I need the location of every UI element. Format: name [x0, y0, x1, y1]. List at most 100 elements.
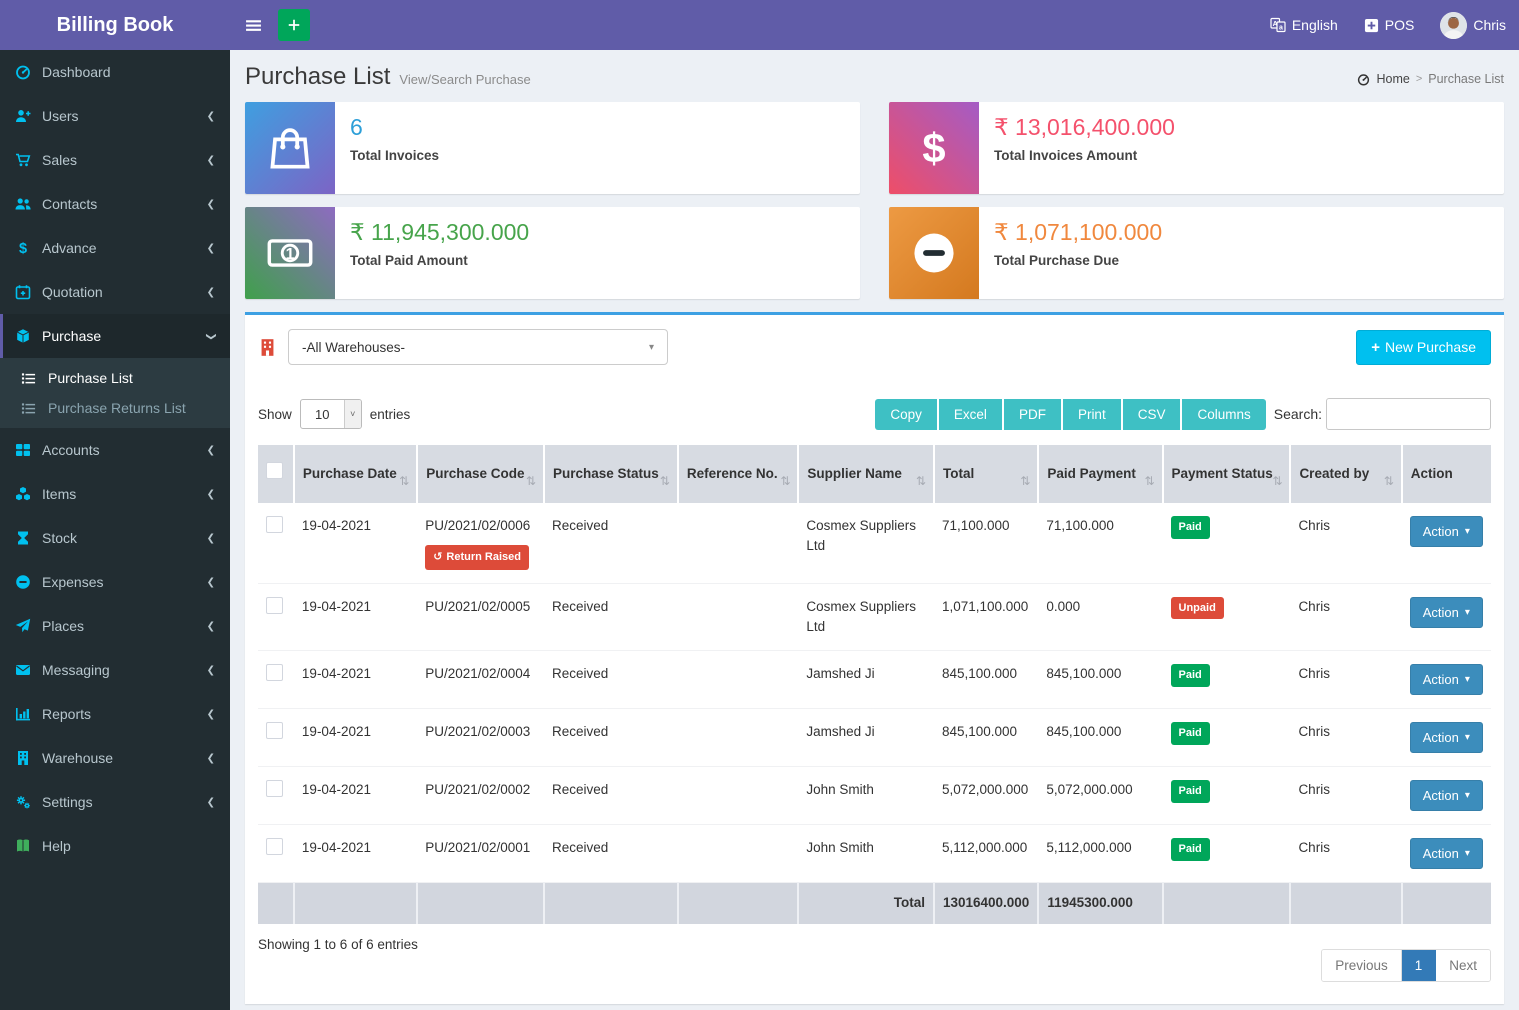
- sidebar-item-contacts[interactable]: Contacts❮: [0, 182, 230, 226]
- search-input[interactable]: [1326, 398, 1491, 430]
- column-header-reference-no[interactable]: Reference No.⇅: [678, 445, 799, 503]
- sidebar-item-settings[interactable]: Settings❮: [0, 780, 230, 824]
- total-row-empty-cell: [544, 883, 678, 924]
- export-copy-button[interactable]: Copy: [875, 399, 939, 430]
- sidebar-item-stock[interactable]: Stock❮: [0, 516, 230, 560]
- row-checkbox[interactable]: [266, 838, 283, 855]
- export-excel-button[interactable]: Excel: [939, 399, 1004, 430]
- action-button[interactable]: Action▾: [1410, 664, 1483, 695]
- return-raised-label: Return Raised: [446, 549, 521, 566]
- column-header-supplier-name[interactable]: Supplier Name⇅: [798, 445, 934, 503]
- reference-cell: [678, 503, 799, 583]
- quick-add-button[interactable]: [278, 9, 310, 41]
- sidebar-item-places[interactable]: Places❮: [0, 604, 230, 648]
- export-columns-button[interactable]: Columns: [1182, 399, 1265, 430]
- action-button[interactable]: Action▾: [1410, 722, 1483, 753]
- purchase-code-cell: PU/2021/02/0005: [417, 583, 544, 651]
- export-print-button[interactable]: Print: [1063, 399, 1123, 430]
- pos-link[interactable]: POS: [1351, 0, 1428, 50]
- breadcrumb-home[interactable]: Home: [1376, 72, 1409, 86]
- search-control: Search:: [1274, 398, 1491, 430]
- sidebar-item-help[interactable]: Help: [0, 824, 230, 868]
- stat-icon-box: [245, 102, 335, 194]
- column-header-purchase-status[interactable]: Purchase Status⇅: [544, 445, 678, 503]
- row-checkbox[interactable]: [266, 597, 283, 614]
- total-cell: 845,100.000: [934, 709, 1038, 767]
- column-label: Total: [943, 466, 974, 481]
- row-checkbox[interactable]: [266, 664, 283, 681]
- column-header-purchase-date[interactable]: Purchase Date⇅: [294, 445, 417, 503]
- language-menu[interactable]: Aa English: [1257, 0, 1351, 50]
- sort-icon: ⇅: [1384, 472, 1394, 490]
- sidebar-toggle-button[interactable]: [230, 0, 276, 50]
- purchase-code: PU/2021/02/0003: [425, 722, 536, 742]
- svg-text:$: $: [922, 125, 945, 171]
- page-title-text: Purchase List: [245, 63, 390, 91]
- column-header-paid-payment[interactable]: Paid Payment⇅: [1038, 445, 1162, 503]
- paid-payment-cell: 71,100.000: [1038, 503, 1162, 583]
- user-menu[interactable]: Chris: [1427, 0, 1519, 50]
- sidebar-item-items[interactable]: Items❮: [0, 472, 230, 516]
- column-label: Payment Status: [1172, 466, 1273, 481]
- new-purchase-button[interactable]: + New Purchase: [1356, 330, 1491, 365]
- sort-icon: ⇅: [526, 472, 536, 490]
- action-button[interactable]: Action▾: [1410, 780, 1483, 811]
- row-checkbox[interactable]: [266, 722, 283, 739]
- action-button[interactable]: Action▾: [1410, 597, 1483, 628]
- chevron-left-icon: ❮: [207, 489, 215, 500]
- page-1-button[interactable]: 1: [1402, 950, 1437, 981]
- breadcrumb: Home > Purchase List: [1357, 72, 1504, 86]
- action-button[interactable]: Action▾: [1410, 838, 1483, 869]
- column-header-purchase-code[interactable]: Purchase Code⇅: [417, 445, 544, 503]
- paid-payment-cell: 5,112,000.000: [1038, 825, 1162, 883]
- sidebar-item-label: Warehouse: [42, 750, 113, 766]
- sidebar-item-purchase-returns-list[interactable]: Purchase Returns List: [0, 393, 230, 423]
- row-checkbox[interactable]: [266, 516, 283, 533]
- sidebar-item-sales[interactable]: Sales❮: [0, 138, 230, 182]
- export-pdf-button[interactable]: PDF: [1004, 399, 1063, 430]
- sidebar-item-purchase[interactable]: Purchase❮: [0, 314, 230, 358]
- stat-body: ₹ 1,071,100.000Total Purchase Due: [979, 207, 1177, 299]
- language-label: English: [1292, 17, 1338, 33]
- breadcrumb-separator: >: [1416, 73, 1422, 85]
- sidebar-item-reports[interactable]: Reports❮: [0, 692, 230, 736]
- next-page-button[interactable]: Next: [1436, 950, 1490, 981]
- row-checkbox[interactable]: [266, 780, 283, 797]
- column-header-total[interactable]: Total⇅: [934, 445, 1038, 503]
- reference-cell: [678, 651, 799, 709]
- total-cell: 5,072,000.000: [934, 767, 1038, 825]
- export-buttons-group: CopyExcelPDFPrintCSVColumns: [875, 399, 1265, 430]
- sidebar-item-label: Settings: [42, 794, 93, 810]
- previous-page-button[interactable]: Previous: [1322, 950, 1402, 981]
- supplier-cell: John Smith: [798, 825, 934, 883]
- action-button[interactable]: Action▾: [1410, 516, 1483, 547]
- sidebar: Dashboard Users❮Sales❮Contacts❮$Advance❮Q…: [0, 50, 230, 1010]
- entries-label: entries: [370, 407, 411, 422]
- sidebar-item-purchase-list[interactable]: Purchase List: [0, 363, 230, 393]
- sidebar-item-warehouse[interactable]: Warehouse❮: [0, 736, 230, 780]
- sidebar-item-label: Dashboard: [42, 64, 111, 80]
- action-cell: Action▾: [1402, 709, 1491, 767]
- purchase-date-cell: 19-04-2021: [294, 825, 417, 883]
- sidebar-item-expenses[interactable]: Expenses❮: [0, 560, 230, 604]
- building-icon: [15, 750, 42, 766]
- sidebar-item-users[interactable]: Users❮: [0, 94, 230, 138]
- column-header-payment-status[interactable]: Payment Status⇅: [1163, 445, 1291, 503]
- sidebar-item-advance[interactable]: $Advance❮: [0, 226, 230, 270]
- sidebar-item-messaging[interactable]: Messaging❮: [0, 648, 230, 692]
- th-large-icon: [15, 442, 42, 458]
- export-csv-button[interactable]: CSV: [1123, 399, 1183, 430]
- page-size-select[interactable]: 10 ˅: [300, 399, 362, 429]
- reference-cell: [678, 583, 799, 651]
- table-info: Showing 1 to 6 of 6 entries: [258, 937, 418, 952]
- select-all-checkbox[interactable]: [266, 462, 283, 479]
- warehouse-select[interactable]: -All Warehouses- ▾: [288, 329, 668, 365]
- sidebar-item-quotation[interactable]: Quotation❮: [0, 270, 230, 314]
- column-header-created-by[interactable]: Created by⇅: [1290, 445, 1401, 503]
- cube-icon: [15, 328, 42, 344]
- sidebar-item-accounts[interactable]: Accounts❮: [0, 428, 230, 472]
- supplier-cell: Cosmex Suppliers Ltd: [798, 503, 934, 583]
- user-name: Chris: [1473, 17, 1506, 33]
- app-brand[interactable]: Billing Book: [0, 0, 230, 50]
- sidebar-item-dashboard[interactable]: Dashboard: [0, 50, 230, 94]
